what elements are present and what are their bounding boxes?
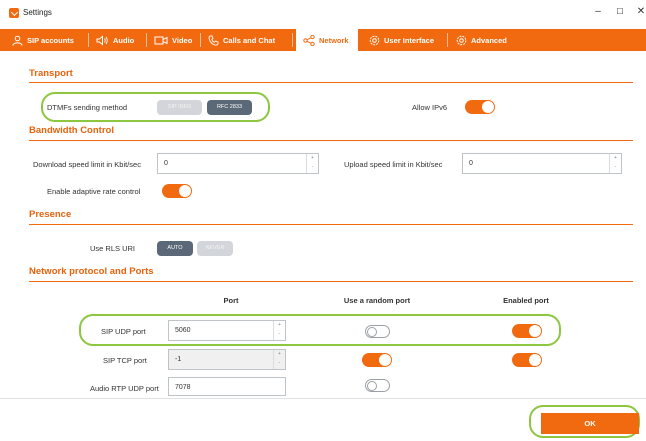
sip-tcp-port-label: SIP TCP port	[103, 356, 147, 365]
upload-limit-label: Upload speed limit in Kbit/sec	[344, 160, 443, 169]
section-divider	[29, 281, 633, 282]
tab-advanced[interactable]: Advanced	[456, 29, 507, 51]
minimize-button[interactable]: –	[589, 5, 607, 19]
toggle-knob	[482, 101, 494, 113]
video-icon	[154, 36, 168, 44]
upload-limit-stepper[interactable]: 0 + -	[462, 153, 622, 174]
phone-icon	[208, 35, 219, 46]
adaptive-rate-toggle[interactable]	[162, 184, 192, 198]
arrow-up-icon[interactable]: +	[307, 154, 318, 163]
tab-calls-and-chat[interactable]: Calls and Chat	[208, 29, 275, 51]
column-header-enabled-port: Enabled port	[503, 296, 549, 305]
audio-rtp-port-label: Audio RTP UDP port	[90, 384, 159, 393]
section-divider	[29, 82, 633, 83]
ipv6-label: Allow IPv6	[412, 103, 448, 112]
arrow-up-icon[interactable]: +	[274, 350, 285, 359]
section-title-ports: Network protocol and Ports	[29, 266, 154, 277]
tab-separator	[88, 33, 89, 47]
title-bar: Settings – ☐ ✕	[0, 0, 646, 24]
toggle-knob	[529, 354, 541, 366]
arrow-up-icon[interactable]: +	[610, 154, 621, 163]
dtmf-option-sip-info[interactable]: SIP INFO	[157, 100, 202, 115]
upload-limit-value: 0	[469, 160, 473, 167]
download-limit-value: 0	[164, 160, 168, 167]
sip-udp-enabled-toggle[interactable]	[512, 324, 542, 338]
footer-divider	[0, 398, 646, 399]
adaptive-rate-label: Enable adaptive rate control	[47, 187, 141, 196]
tab-separator	[146, 33, 147, 47]
tab-label: Calls and Chat	[223, 35, 276, 45]
tab-video[interactable]: Video	[154, 29, 192, 51]
tab-label: Video	[172, 35, 193, 45]
stepper-arrows[interactable]: + -	[273, 350, 285, 369]
tab-label: Audio	[113, 35, 135, 45]
share-icon	[303, 34, 315, 46]
rls-option-auto[interactable]: AUTO	[157, 241, 193, 256]
tab-label: Network	[319, 35, 349, 45]
tab-network[interactable]: Network	[296, 29, 358, 51]
section-divider	[29, 224, 633, 225]
toggle-knob	[367, 381, 377, 391]
sip-udp-port-value: 5060	[175, 327, 191, 334]
tab-separator	[200, 33, 201, 47]
audio-rtp-port-value: 7078	[175, 384, 191, 391]
arrow-down-icon[interactable]: -	[610, 163, 621, 172]
ipv6-toggle[interactable]	[465, 100, 495, 114]
speaker-icon	[96, 34, 108, 46]
tab-label: User Interface	[384, 35, 435, 45]
sip-tcp-port-stepper[interactable]: -1 + -	[168, 349, 286, 370]
toggle-knob	[367, 327, 377, 337]
audio-rtp-random-toggle[interactable]	[365, 379, 390, 392]
tab-separator	[447, 33, 448, 47]
section-title-presence: Presence	[29, 209, 72, 220]
tab-label: SIP accounts	[27, 35, 74, 45]
section-divider	[29, 140, 633, 141]
stepper-arrows[interactable]: + -	[306, 154, 318, 173]
audio-rtp-port-input[interactable]: 7078	[168, 377, 286, 396]
sip-tcp-random-toggle[interactable]	[362, 353, 392, 367]
tab-separator	[292, 33, 293, 47]
dtmf-label: DTMFs sending method	[47, 103, 128, 112]
tab-audio[interactable]: Audio	[96, 29, 134, 51]
arrow-down-icon[interactable]: -	[274, 330, 285, 339]
toggle-knob	[379, 354, 391, 366]
gear-icon	[456, 35, 467, 45]
user-icon	[12, 35, 23, 46]
close-button[interactable]: ✕	[632, 5, 646, 19]
tab-label: Advanced	[471, 35, 507, 45]
app-logo-icon	[9, 8, 19, 18]
gear-icon	[369, 35, 380, 45]
toggle-knob	[179, 185, 191, 197]
stepper-arrows[interactable]: + -	[273, 321, 285, 340]
tab-bar: SIP accounts Audio Video Calls and Chat …	[0, 29, 646, 51]
download-limit-stepper[interactable]: 0 + -	[157, 153, 319, 174]
column-header-random-port: Use a random port	[343, 296, 411, 305]
window-title: Settings	[23, 8, 52, 17]
sip-tcp-port-value: -1	[175, 356, 182, 363]
arrow-down-icon[interactable]: -	[307, 163, 318, 172]
tab-user-interface[interactable]: User Interface	[369, 29, 434, 51]
arrow-down-icon[interactable]: -	[274, 359, 285, 368]
highlight-annotation	[79, 314, 561, 346]
toggle-knob	[529, 325, 541, 337]
maximize-button[interactable]: ☐	[611, 5, 629, 19]
tab-sip-accounts[interactable]: SIP accounts	[12, 29, 74, 51]
rls-option-never[interactable]: NEVER	[197, 241, 233, 256]
sip-udp-port-label: SIP UDP port	[101, 327, 146, 336]
rls-label: Use RLS URI	[90, 244, 136, 253]
section-title-transport: Transport	[29, 68, 73, 79]
dtmf-option-rfc-2833[interactable]: RFC 2833	[207, 100, 252, 115]
sip-udp-random-toggle[interactable]	[365, 325, 390, 338]
section-title-bandwidth: Bandwidth Control	[29, 125, 114, 136]
sip-udp-port-stepper[interactable]: 5060 + -	[168, 320, 286, 341]
download-limit-label: Download speed limit in Kbit/sec	[33, 160, 141, 169]
sip-tcp-enabled-toggle[interactable]	[512, 353, 542, 367]
arrow-up-icon[interactable]: +	[274, 321, 285, 330]
ok-button[interactable]: OK	[541, 413, 639, 434]
column-header-port: Port	[223, 296, 239, 305]
stepper-arrows[interactable]: + -	[609, 154, 621, 173]
